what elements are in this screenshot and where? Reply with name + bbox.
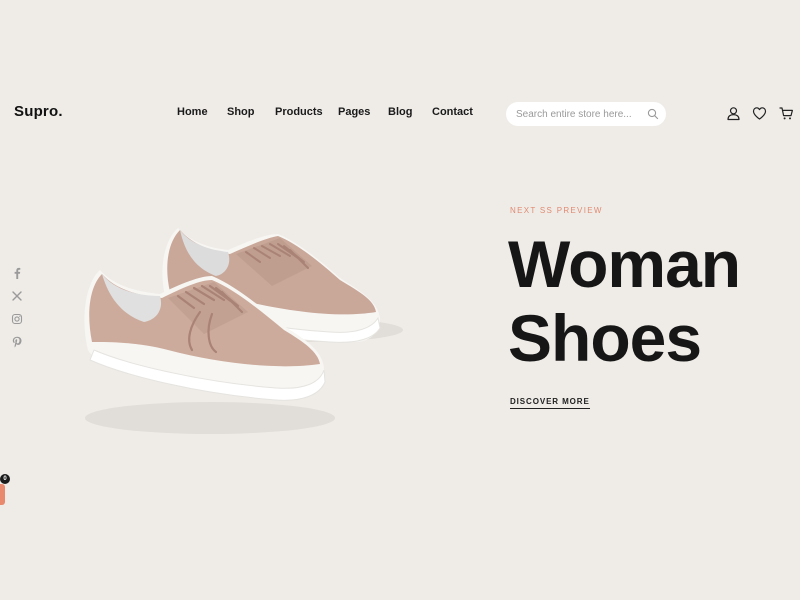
discover-more-link[interactable]: DISCOVER MORE [510, 397, 590, 409]
nav-item-blog[interactable]: Blog [388, 106, 412, 118]
cart-count-badge: 0 [0, 474, 10, 484]
nav-item-pages[interactable]: Pages [338, 106, 370, 118]
nav-item-products[interactable]: Products [275, 106, 323, 118]
nav-item-home[interactable]: Home [177, 106, 208, 118]
hero-eyebrow: NEXT SS PREVIEW [510, 206, 603, 215]
hero-title: Woman Shoes [508, 227, 741, 376]
instagram-icon[interactable] [10, 312, 24, 326]
x-icon[interactable] [10, 289, 24, 303]
pinterest-icon[interactable] [10, 335, 24, 349]
heart-icon[interactable] [752, 106, 767, 121]
cart-icon[interactable] [779, 106, 794, 121]
nav-item-shop[interactable]: Shop [227, 106, 255, 118]
side-cart-tab[interactable] [0, 484, 5, 505]
hero-title-line-2: Shoes [508, 300, 702, 375]
hero-title-line-1: Woman [508, 227, 741, 301]
search-icon[interactable] [647, 108, 659, 120]
nav-item-contact[interactable]: Contact [432, 106, 473, 118]
search-box [506, 102, 666, 126]
hero-sneakers-image [84, 228, 403, 434]
main-nav: Home Shop Products Pages Blog Contact [0, 106, 800, 122]
search-input[interactable] [516, 105, 641, 123]
facebook-icon[interactable] [10, 266, 24, 280]
user-icon[interactable] [726, 106, 741, 121]
